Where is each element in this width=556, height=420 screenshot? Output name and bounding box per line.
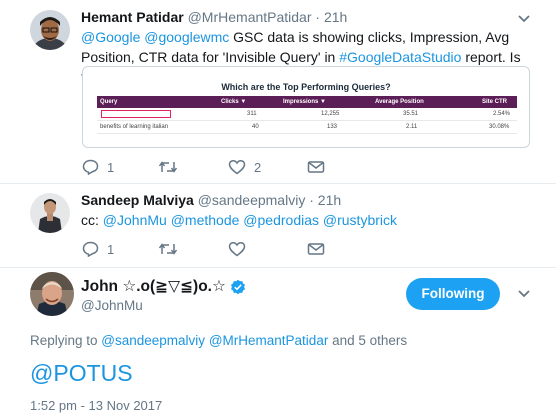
reply-button[interactable]: 1 bbox=[82, 158, 114, 176]
retweet-icon bbox=[158, 243, 178, 255]
tweet-text: cc: @JohnMu @methode @pedrodias @rustybr… bbox=[81, 212, 397, 228]
verified-badge-icon bbox=[230, 279, 245, 294]
column-header: Clicks ▼ bbox=[221, 99, 247, 105]
table-row: benefits of learning italian 40 133 2.11… bbox=[97, 121, 517, 134]
column-header: Site CTR bbox=[482, 99, 508, 105]
avatar-hemant[interactable] bbox=[30, 10, 70, 50]
retweet-icon bbox=[158, 161, 178, 173]
reply-count: 1 bbox=[107, 241, 115, 257]
message-icon bbox=[307, 243, 325, 255]
like-button[interactable] bbox=[228, 240, 246, 258]
author-handle[interactable]: @sandeepmalviy bbox=[198, 192, 306, 208]
following-button[interactable]: Following bbox=[406, 278, 500, 310]
mention-rustybrick[interactable]: @rustybrick bbox=[323, 212, 397, 228]
tweet-time[interactable]: 21h bbox=[318, 192, 341, 208]
report-header-row: Query Clicks ▼ Impressions ▼ Average Pos… bbox=[97, 96, 517, 108]
author-name[interactable]: Hemant Patidar bbox=[81, 9, 184, 25]
separator-dot: · bbox=[309, 192, 314, 208]
like-button[interactable]: 2 bbox=[228, 158, 261, 176]
mention-methode[interactable]: @methode bbox=[171, 212, 240, 228]
message-icon bbox=[307, 161, 325, 173]
like-count: 2 bbox=[254, 159, 262, 175]
direct-message-button[interactable] bbox=[307, 240, 325, 258]
author-name[interactable]: Sandeep Malviya bbox=[81, 192, 194, 208]
tweet-hemant[interactable]: Hemant Patidar @MrHemantPatidar · 21h @G… bbox=[0, 0, 556, 183]
mention-johnmu[interactable]: @JohnMu bbox=[103, 212, 167, 228]
report-title: Which are the Top Performing Queries? bbox=[221, 82, 391, 92]
highlight-box bbox=[101, 110, 171, 118]
mention-pedrodias[interactable]: @pedrodias bbox=[243, 212, 319, 228]
avatar-johnmu[interactable] bbox=[30, 272, 74, 316]
mention-sandeepmalviy[interactable]: @sandeepmalviy bbox=[101, 333, 205, 348]
author-handle[interactable]: @MrHemantPatidar bbox=[188, 9, 312, 25]
reply-button[interactable]: 1 bbox=[82, 240, 114, 258]
author-handle[interactable]: @JohnMu bbox=[81, 298, 143, 313]
column-header: Average Position bbox=[375, 99, 424, 105]
tweet-sandeep[interactable]: Sandeep Malviya @sandeepmalviy · 21h cc:… bbox=[0, 183, 556, 267]
mention-google[interactable]: @Google bbox=[81, 29, 140, 45]
like-icon bbox=[228, 159, 246, 175]
retweet-button[interactable] bbox=[158, 240, 178, 258]
reply-icon bbox=[82, 241, 99, 257]
column-header: Impressions ▼ bbox=[283, 99, 326, 105]
avatar-sandeep[interactable] bbox=[30, 193, 70, 233]
like-icon bbox=[228, 241, 246, 257]
report-table: Query Clicks ▼ Impressions ▼ Average Pos… bbox=[97, 96, 517, 134]
tweet-time[interactable]: 21h bbox=[324, 9, 347, 25]
tweet-actions: 1 bbox=[82, 240, 502, 260]
separator-dot: · bbox=[315, 9, 321, 25]
chevron-down-icon[interactable] bbox=[517, 289, 531, 299]
report-image[interactable]: Which are the Top Performing Queries? Qu… bbox=[82, 66, 530, 148]
reply-icon bbox=[82, 159, 99, 175]
author-name[interactable]: John ☆.o(≧▽≦)o.☆ bbox=[81, 277, 246, 296]
retweet-button[interactable] bbox=[158, 158, 186, 176]
column-header: Query bbox=[100, 99, 118, 105]
replying-to: Replying to @sandeepmalviy @MrHemantPati… bbox=[30, 333, 408, 348]
hashtag-googledatastudio[interactable]: #GoogleDataStudio bbox=[339, 49, 461, 65]
chevron-down-icon[interactable] bbox=[517, 14, 531, 24]
reply-count: 1 bbox=[107, 159, 115, 175]
table-row: 311 12,255 35.51 2.54% bbox=[97, 108, 517, 121]
tweet-timestamp[interactable]: 1:52 pm - 13 Nov 2017 bbox=[30, 398, 162, 413]
direct-message-button[interactable] bbox=[307, 158, 325, 176]
mention-potus[interactable]: @POTUS bbox=[30, 360, 133, 387]
main-tweet: John ☆.o(≧▽≦)o.☆ @JohnMu Following Reply… bbox=[0, 267, 556, 420]
mention-googlewmc[interactable]: @googlewmc bbox=[144, 29, 229, 45]
mention-mrhemantpatidar[interactable]: @MrHemantPatidar bbox=[209, 333, 329, 348]
tweet-actions: 1 2 bbox=[82, 158, 502, 178]
